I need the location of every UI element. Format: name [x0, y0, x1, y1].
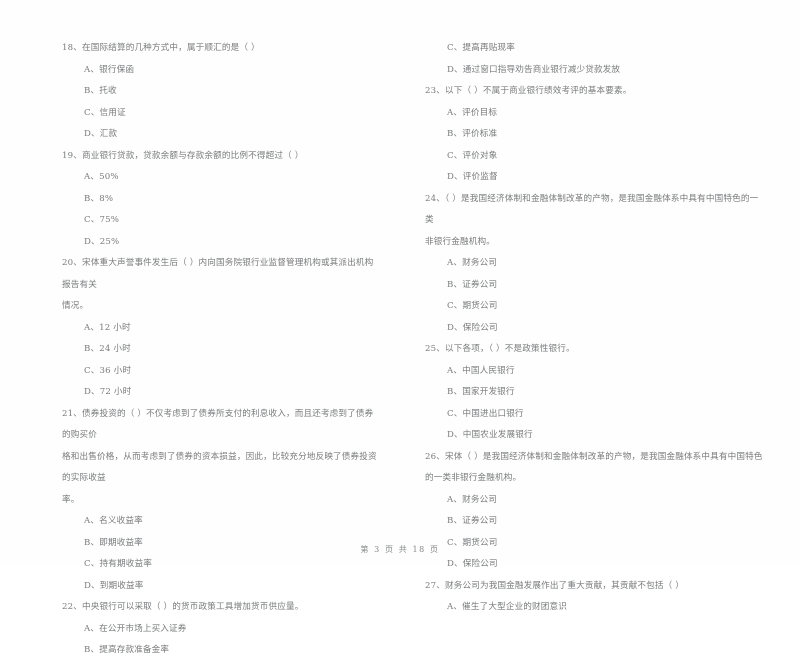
option-b[interactable]: B、托收 — [62, 81, 382, 103]
question-stem: 20、宋体重大声誉事件发生后（ ）内向国务院银行业监督管理机构或其派出机构报告有… — [62, 258, 374, 290]
question-22: 22、中央银行可以采取（ ）的货币政策工具增加货币供应量。 A、在公开市场上买入… — [62, 597, 382, 662]
option-c[interactable]: C、36 小时 — [62, 361, 382, 383]
option-a[interactable]: A、评价目标 — [425, 103, 765, 125]
option-d[interactable]: D、25% — [62, 232, 382, 254]
option-a[interactable]: A、财务公司 — [425, 490, 765, 512]
option-a[interactable]: A、中国人民银行 — [425, 361, 765, 383]
question-20: 20、宋体重大声誉事件发生后（ ）内向国务院银行业监督管理机构或其派出机构报告有… — [62, 253, 382, 404]
option-d[interactable]: D、72 小时 — [62, 382, 382, 404]
option-a[interactable]: A、财务公司 — [425, 253, 765, 275]
option-b[interactable]: B、评价标准 — [425, 124, 765, 146]
question-23: 23、以下（ ）不属于商业银行绩效考评的基本要素。 A、评价目标 B、评价标准 … — [425, 81, 765, 189]
option-d[interactable]: D、中国农业发展银行 — [425, 425, 765, 447]
option-a[interactable]: A、在公开市场上买入证券 — [62, 619, 382, 641]
right-column: C、提高再贴现率 D、通过窗口指导劝告商业银行减少贷款发放 23、以下（ ）不属… — [400, 38, 800, 619]
question-stem-continuation: 非银行金融机构。 — [425, 236, 495, 247]
question-stem: 23、以下（ ）不属于商业银行绩效考评的基本要素。 — [425, 86, 632, 96]
question-27: 27、财务公司为我国金融发展作出了重大贡献，其贡献不包括（ ） A、催生了大型企… — [425, 576, 765, 619]
question-stem-continuation: 格和出售价格，从而考虑到了债券的资本损益，因此，比较充分地反映了债券投资的实际收… — [62, 451, 377, 484]
question-stem: 18、在国际结算的几种方式中，属于顺汇的是（ ） — [62, 43, 260, 53]
question-18: 18、在国际结算的几种方式中，属于顺汇的是（ ） A、银行保函 B、托收 C、信… — [62, 38, 382, 146]
option-d[interactable]: D、通过窗口指导劝告商业银行减少贷款发放 — [425, 60, 765, 82]
option-a[interactable]: A、名义收益率 — [62, 511, 382, 533]
left-column: 18、在国际结算的几种方式中，属于顺汇的是（ ） A、银行保函 B、托收 C、信… — [0, 38, 400, 662]
question-stem-continuation-2: 率。 — [62, 494, 80, 505]
question-24: 24、（ ）是我国经济体制和金融体制改革的产物，是我国金融体系中具有中国特色的一… — [425, 189, 765, 340]
option-c[interactable]: C、提高再贴现率 — [425, 38, 765, 60]
question-25: 25、以下各项，（ ）不是政策性银行。 A、中国人民银行 B、国家开发银行 C、… — [425, 339, 765, 447]
option-c[interactable]: C、期货公司 — [425, 296, 765, 318]
option-d[interactable]: D、到期收益率 — [62, 576, 382, 598]
question-21: 21、债券投资的（ ）不仅考虑到了债券所支付的利息收入，而且还考虑到了债券的购买… — [62, 404, 382, 598]
option-d[interactable]: D、保险公司 — [425, 318, 765, 340]
option-b[interactable]: B、国家开发银行 — [425, 382, 765, 404]
option-b[interactable]: B、提高存款准备金率 — [62, 640, 382, 662]
option-a[interactable]: A、50% — [62, 167, 382, 189]
question-stem-continuation: 情况。 — [62, 301, 89, 311]
option-d[interactable]: D、汇款 — [62, 124, 382, 146]
question-stem: 27、财务公司为我国金融发展作出了重大贡献，其贡献不包括（ ） — [425, 580, 684, 591]
question-26: 26、宋体（ ）是我国经济体制和金融体制改革的产物，是我国金融体系中具有中国特色… — [425, 447, 765, 576]
option-b[interactable]: B、证券公司 — [425, 511, 765, 533]
question-stem: 22、中央银行可以采取（ ）的货币政策工具增加货币供应量。 — [62, 602, 304, 612]
question-stem: 25、以下各项，（ ）不是政策性银行。 — [425, 344, 575, 354]
option-c[interactable]: C、评价对象 — [425, 146, 765, 168]
question-22-continued: C、提高再贴现率 D、通过窗口指导劝告商业银行减少贷款发放 — [425, 38, 765, 81]
option-d[interactable]: D、评价监督 — [425, 167, 765, 189]
option-a[interactable]: A、银行保函 — [62, 60, 382, 82]
option-b[interactable]: B、24 小时 — [62, 339, 382, 361]
question-stem: 21、债券投资的（ ）不仅考虑到了债券所支付的利息收入，而且还考虑到了债券的购买… — [62, 408, 374, 441]
option-a[interactable]: A、催生了大型企业的财团意识 — [425, 597, 765, 619]
option-b[interactable]: B、8% — [62, 189, 382, 211]
two-column-body: 18、在国际结算的几种方式中，属于顺汇的是（ ） A、银行保函 B、托收 C、信… — [0, 38, 800, 662]
option-c[interactable]: C、中国进出口银行 — [425, 404, 765, 426]
option-b[interactable]: B、证券公司 — [425, 275, 765, 297]
page-footer: 第 3 页 共 18 页 — [360, 545, 440, 554]
question-stem-continuation: 的一类非银行金融机构。 — [425, 473, 522, 483]
option-c[interactable]: C、75% — [62, 210, 382, 232]
question-stem: 24、（ ）是我国经济体制和金融体制改革的产物，是我国金融体系中具有中国特色的一… — [425, 193, 759, 226]
option-c[interactable]: C、信用证 — [62, 103, 382, 125]
page-canvas: 18、在国际结算的几种方式中，属于顺汇的是（ ） A、银行保函 B、托收 C、信… — [0, 0, 800, 655]
question-stem: 19、商业银行贷款，贷款余额与存款余额的比例不得超过（ ） — [62, 150, 304, 161]
question-19: 19、商业银行贷款，贷款余额与存款余额的比例不得超过（ ） A、50% B、8%… — [62, 146, 382, 254]
question-stem: 26、宋体（ ）是我国经济体制和金融体制改革的产物，是我国金融体系中具有中国特色 — [425, 451, 763, 462]
option-a[interactable]: A、12 小时 — [62, 318, 382, 340]
